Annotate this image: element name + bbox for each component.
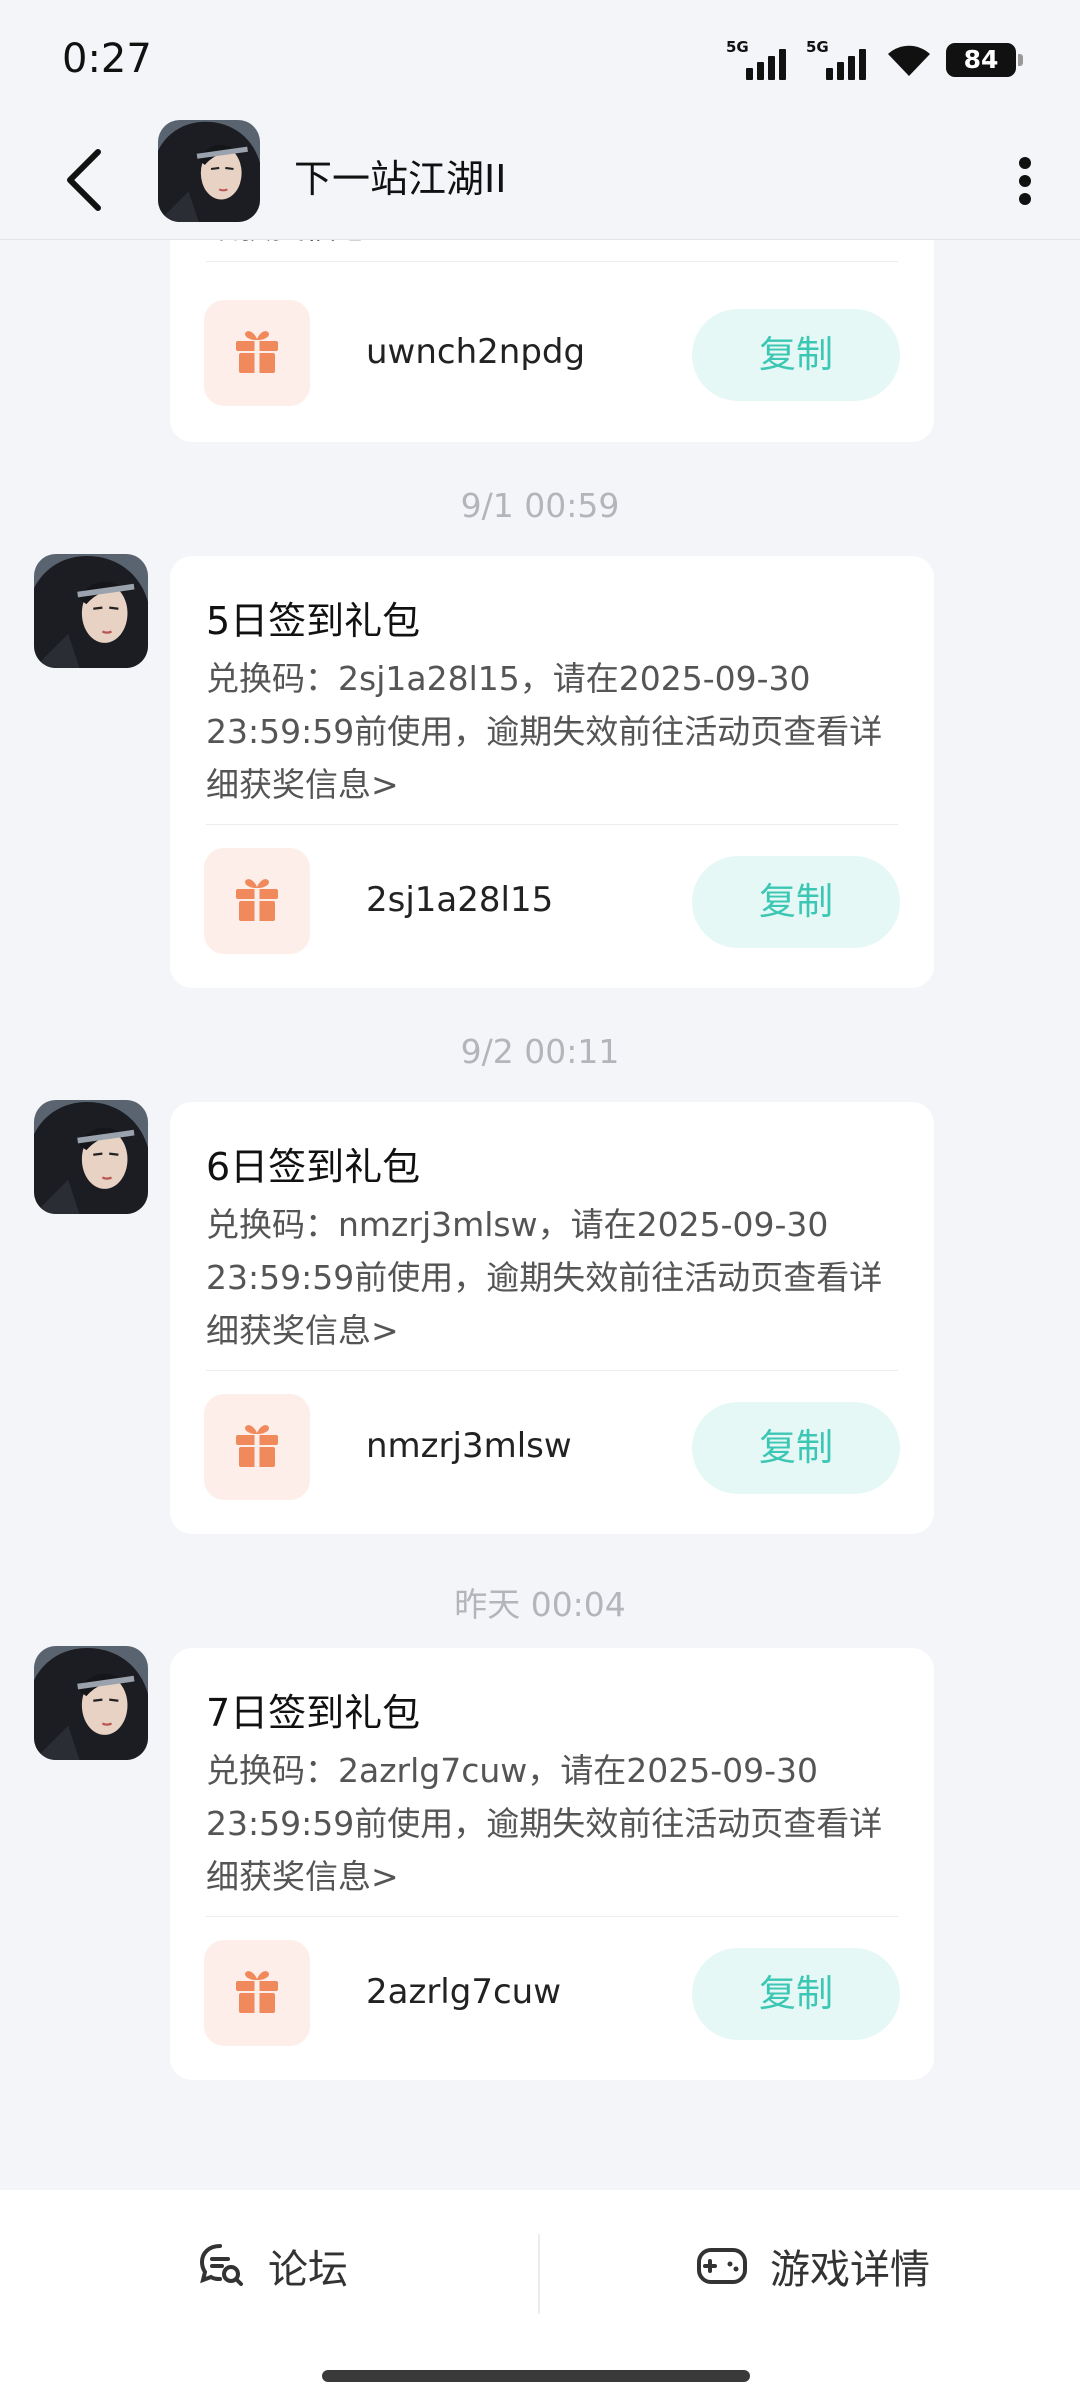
gamepad-icon [697,2248,747,2284]
message-card: 5日签到礼包 兑换码：2sj1a28l15，请在2025-09-30 23:59… [170,556,934,988]
battery-icon: 84 [946,43,1023,77]
gift-icon-box [204,300,310,406]
status-bar: 0:27 5G 5G 84 [0,0,1080,120]
game-detail-tab-label: 游戏详情 [770,2247,930,2293]
top-bar: 下一站江湖II [0,120,1080,240]
message-timestamp: 9/2 00:11 [460,1032,620,1071]
chevron-left-icon [67,149,101,211]
bottom-bar: 论坛 游戏详情 [0,2190,1080,2400]
message-timestamp: 昨天 00:04 [454,1585,626,1624]
message-card: 7日签到礼包 兑换码：2azrlg7cuw，请在2025-09-30 23:59… [170,1648,934,2080]
message-body[interactable]: 兑换码：2sj1a28l15，请在2025-09-30 23:59:59前使用，… [206,652,906,811]
message-feed[interactable]: 细获奖信息> uwnch2npdg 复制 9/1 00:59 5日签到礼包 兑换… [0,240,1080,2190]
message-body[interactable]: 兑换码：2azrlg7cuw，请在2025-09-30 23:59:59前使用，… [206,1744,906,1903]
back-button[interactable] [50,138,120,222]
message-card: 细获奖信息> uwnch2npdg 复制 [170,240,934,442]
home-indicator[interactable] [322,2370,750,2382]
redeem-code: 2azrlg7cuw [366,1972,562,2012]
message-timestamp: 9/1 00:59 [460,486,620,525]
message-body[interactable]: 兑换码：nmzrj3mlsw，请在2025-09-30 23:59:59前使用，… [206,1198,906,1357]
sender-avatar[interactable] [34,1100,148,1214]
message-card: 6日签到礼包 兑换码：nmzrj3mlsw，请在2025-09-30 23:59… [170,1102,934,1534]
cellular-signal-icon: 5G [726,38,792,80]
redeem-code: uwnch2npdg [366,332,586,372]
card-divider [206,1370,898,1371]
card-divider [206,261,898,262]
sender-avatar[interactable] [34,554,148,668]
copy-button[interactable]: 复制 [692,856,900,948]
gift-icon [232,326,282,376]
message-title: 7日签到礼包 [206,1691,421,1735]
gift-icon-box [204,1940,310,2046]
message-title: 6日签到礼包 [206,1145,421,1189]
forum-tab[interactable]: 论坛 [198,2226,348,2306]
status-icons: 5G 5G 84 [726,38,1023,80]
game-detail-tab[interactable]: 游戏详情 [696,2226,930,2306]
gift-icon [232,1966,282,2016]
redeem-code: nmzrj3mlsw [366,1426,572,1466]
game-avatar[interactable] [158,120,260,222]
card-divider [206,824,898,825]
gift-icon [232,874,282,924]
gift-icon [232,1420,282,1470]
status-time: 0:27 [62,36,152,82]
gift-icon-box [204,1394,310,1500]
page-title: 下一站江湖II [294,157,507,201]
more-options-button[interactable] [1000,146,1050,216]
message-title: 5日签到礼包 [206,599,421,643]
forum-icon [199,2244,243,2286]
message-body: 细获奖信息> [206,240,906,253]
copy-button[interactable]: 复制 [692,1402,900,1494]
card-divider [206,1916,898,1917]
copy-button[interactable]: 复制 [692,1948,900,2040]
forum-tab-label: 论坛 [268,2247,348,2293]
gift-icon-box [204,848,310,954]
redeem-code: 2sj1a28l15 [366,880,554,920]
wifi-icon [888,45,930,76]
bottom-divider [538,2234,540,2314]
more-vertical-icon [1019,157,1031,205]
copy-button[interactable]: 复制 [692,309,900,401]
sender-avatar[interactable] [34,1646,148,1760]
cellular-signal-icon-2: 5G [806,38,872,80]
